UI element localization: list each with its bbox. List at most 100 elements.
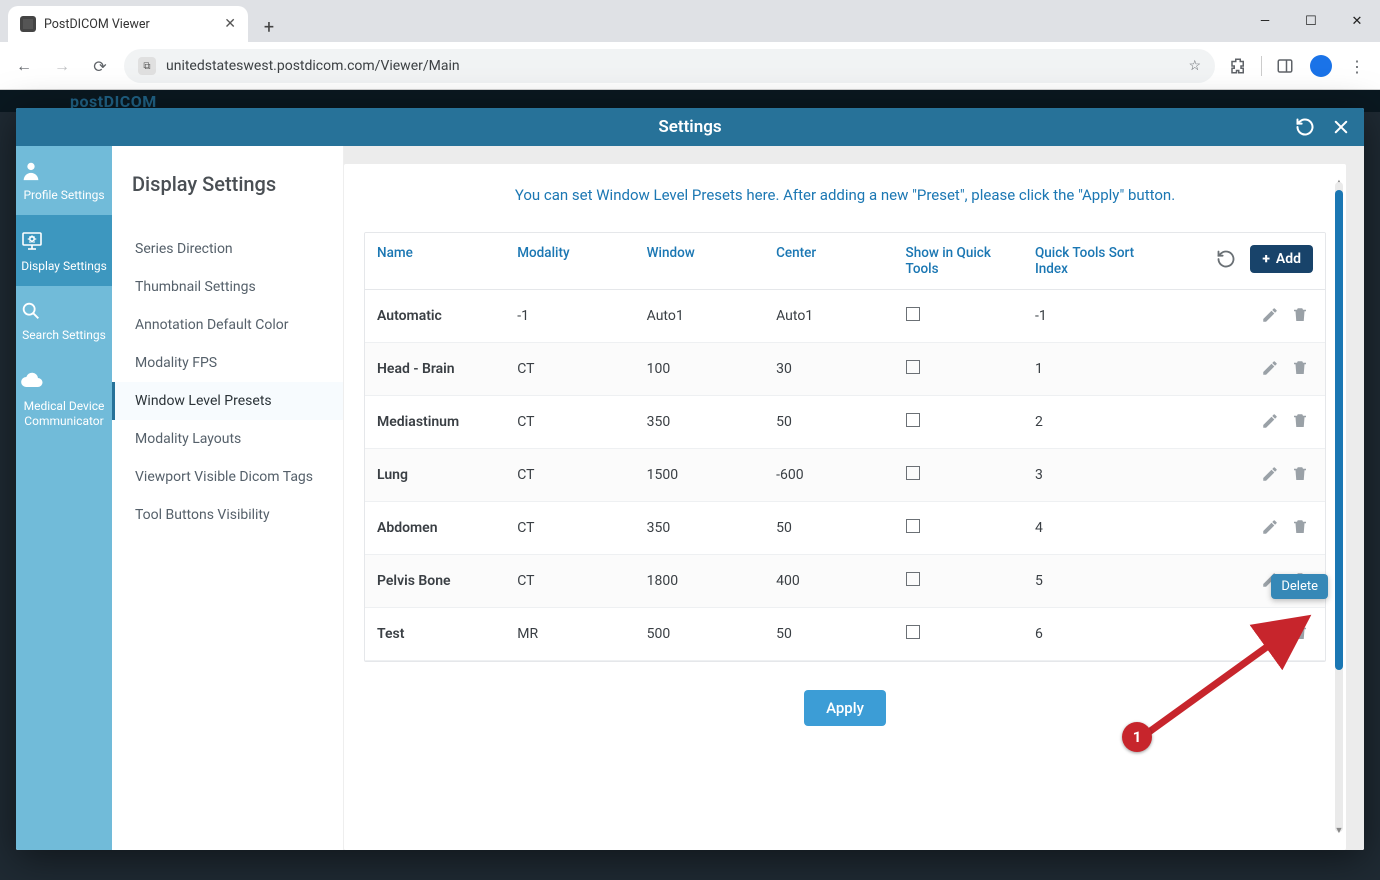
search-icon (20, 300, 108, 322)
new-tab-button[interactable]: + (254, 12, 284, 42)
apply-button[interactable]: Apply (804, 690, 886, 726)
site-info-icon[interactable]: ⧉ (138, 57, 156, 75)
scrollbar-thumb[interactable] (1335, 190, 1343, 670)
profile-avatar-icon[interactable] (1308, 53, 1334, 79)
checkbox[interactable] (906, 466, 920, 480)
settings-submenu: Display Settings Series DirectionThumbna… (112, 146, 344, 850)
cell-show-quick-tools (894, 396, 1023, 449)
extensions-icon[interactable] (1225, 53, 1251, 79)
table-row: Head - BrainCT100301 (365, 343, 1325, 396)
cell-center: 400 (764, 555, 893, 608)
checkbox[interactable] (906, 360, 920, 374)
cell-name: Mediastinum (365, 396, 505, 449)
tab-close-icon[interactable]: ✕ (224, 16, 236, 32)
submenu-item[interactable]: Modality FPS (112, 344, 343, 382)
sidebar-item-profile-settings[interactable]: Profile Settings (16, 146, 112, 215)
window-minimize-icon[interactable]: — (1242, 0, 1288, 42)
page-title: Display Settings (112, 172, 343, 230)
cell-modality: MR (505, 608, 634, 661)
window-close-icon[interactable]: ✕ (1334, 0, 1380, 42)
table-row: AbdomenCT350504 (365, 502, 1325, 555)
table-row: Pelvis BoneCT18004005 (365, 555, 1325, 608)
cell-window: 350 (635, 396, 764, 449)
delete-icon[interactable] (1287, 357, 1313, 379)
cell-window: 100 (635, 343, 764, 396)
col-center[interactable]: Center (764, 233, 893, 290)
checkbox[interactable] (906, 625, 920, 639)
edit-icon[interactable] (1257, 516, 1283, 538)
sidebar-item-label: Medical Device Communicator (20, 399, 108, 429)
side-panel-icon[interactable] (1272, 53, 1298, 79)
sidebar-item-search-settings[interactable]: Search Settings (16, 286, 112, 355)
annotation-badge-text: 1 (1133, 728, 1142, 746)
modal-refresh-icon[interactable] (1290, 112, 1320, 142)
browser-tab[interactable]: PostDICOM Viewer ✕ (8, 6, 248, 42)
submenu-item[interactable]: Tool Buttons Visibility (112, 496, 343, 534)
submenu-item[interactable]: Modality Layouts (112, 420, 343, 458)
settings-icon-sidebar: Profile Settings Display Settings Search… (16, 146, 112, 850)
table-row: TestMR500506 (365, 608, 1325, 661)
submenu-item[interactable]: Series Direction (112, 230, 343, 268)
col-modality[interactable]: Modality (505, 233, 634, 290)
window-controls: — ☐ ✕ (1242, 0, 1380, 42)
cell-name: Automatic (365, 290, 505, 343)
apply-button-label: Apply (826, 699, 864, 717)
cell-modality: CT (505, 343, 634, 396)
window-maximize-icon[interactable]: ☐ (1288, 0, 1334, 42)
cell-sort-index: 3 (1023, 449, 1163, 502)
table-refresh-icon[interactable] (1213, 246, 1239, 272)
settings-modal: Settings Profile Settings Displa (16, 108, 1364, 850)
table-row: LungCT1500-6003 (365, 449, 1325, 502)
edit-icon[interactable] (1257, 622, 1283, 644)
sidebar-item-medical-device-communicator[interactable]: Medical Device Communicator (16, 355, 112, 441)
nav-back-icon[interactable]: ← (10, 52, 38, 80)
col-actions: + Add (1163, 233, 1325, 290)
checkbox[interactable] (906, 307, 920, 321)
submenu-item[interactable]: Window Level Presets (112, 382, 343, 420)
cell-modality: -1 (505, 290, 634, 343)
submenu-item[interactable]: Annotation Default Color (112, 306, 343, 344)
cell-window: 1800 (635, 555, 764, 608)
col-window[interactable]: Window (635, 233, 764, 290)
edit-icon[interactable] (1257, 357, 1283, 379)
col-name[interactable]: Name (365, 233, 505, 290)
card-scrollbar[interactable]: ▲ ▼ (1335, 182, 1343, 832)
delete-icon[interactable] (1287, 622, 1313, 644)
cell-sort-index: 6 (1023, 608, 1163, 661)
bookmark-star-icon[interactable]: ☆ (1188, 58, 1201, 74)
browser-menu-icon[interactable]: ⋮ (1344, 53, 1370, 79)
cell-modality: CT (505, 449, 634, 502)
checkbox[interactable] (906, 519, 920, 533)
checkbox[interactable] (906, 413, 920, 427)
delete-icon[interactable] (1287, 304, 1313, 326)
add-preset-button[interactable]: + Add (1250, 245, 1313, 273)
edit-icon[interactable] (1257, 463, 1283, 485)
cell-window: Auto1 (635, 290, 764, 343)
address-bar[interactable]: ⧉ unitedstateswest.postdicom.com/Viewer/… (124, 49, 1215, 83)
annotation-badge: 1 (1122, 722, 1152, 752)
nav-reload-icon[interactable]: ⟳ (86, 52, 114, 80)
cell-show-quick-tools (894, 502, 1023, 555)
cell-actions (1163, 608, 1325, 661)
cell-name: Lung (365, 449, 505, 502)
submenu-item[interactable]: Thumbnail Settings (112, 268, 343, 306)
delete-icon[interactable] (1287, 516, 1313, 538)
cell-center: -600 (764, 449, 893, 502)
nav-forward-icon[interactable]: → (48, 52, 76, 80)
col-sort-index[interactable]: Quick Tools Sort Index (1023, 233, 1163, 290)
submenu-item[interactable]: Viewport Visible Dicom Tags (112, 458, 343, 496)
edit-icon[interactable] (1257, 304, 1283, 326)
scrollbar-down-icon[interactable]: ▼ (1334, 826, 1344, 836)
cell-actions (1163, 396, 1325, 449)
cell-actions (1163, 502, 1325, 555)
delete-icon[interactable] (1287, 463, 1313, 485)
cell-actions (1163, 449, 1325, 502)
sidebar-item-display-settings[interactable]: Display Settings (16, 215, 112, 286)
delete-icon[interactable] (1287, 410, 1313, 432)
edit-icon[interactable] (1257, 410, 1283, 432)
cell-sort-index: -1 (1023, 290, 1163, 343)
col-show-quick-tools[interactable]: Show in Quick Tools (894, 233, 1023, 290)
hint-text: You can set Window Level Presets here. A… (344, 184, 1346, 232)
checkbox[interactable] (906, 572, 920, 586)
modal-close-icon[interactable] (1326, 112, 1356, 142)
